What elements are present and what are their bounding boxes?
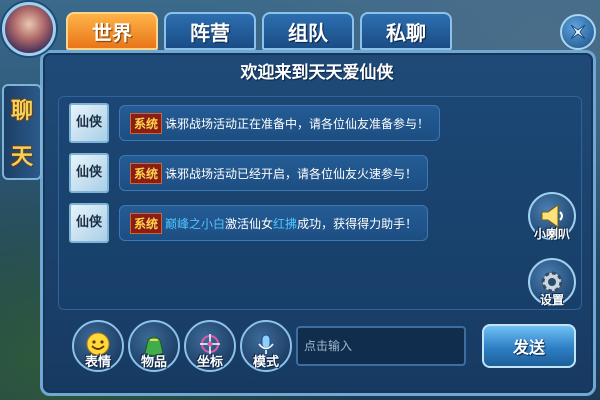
coords-button[interactable]: 坐标 [184, 320, 236, 372]
emoji-label: 表情 [84, 355, 112, 370]
sender-avatar: 仙侠 [69, 153, 109, 193]
chat-channel-tabs: 世界 阵营 组队 私聊 [66, 12, 452, 50]
chat-input[interactable] [296, 326, 466, 366]
tab-faction[interactable]: 阵营 [164, 12, 256, 50]
system-tag: 系统 [130, 212, 163, 234]
message-list[interactable]: 仙侠 系统 诛邪战场活动正在准备中，请各位仙友准备参与！ 仙侠 系统 诛邪战场活… [58, 96, 582, 310]
close-icon [570, 24, 586, 40]
chat-side-label: 聊 天 [2, 84, 42, 180]
list-item: 仙侠 系统 诛邪战场活动正在准备中，请各位仙友准备参与！ [69, 103, 441, 143]
message-bubble: 系统 诛邪战场活动已经开启，请各位仙友火速参与！ [119, 155, 429, 191]
tab-private[interactable]: 私聊 [360, 12, 452, 50]
settings-button[interactable]: 设置 [528, 258, 576, 307]
speaker-label: 小喇叭 [533, 227, 571, 241]
close-button[interactable] [560, 14, 596, 50]
items-button[interactable]: 物品 [128, 320, 180, 372]
coords-label: 坐标 [196, 355, 224, 370]
items-label: 物品 [140, 355, 168, 370]
item-name-link[interactable]: 红拂 [273, 215, 297, 232]
message-text-end: 成功，获得得力助手！ [297, 216, 418, 231]
tab-world[interactable]: 世界 [66, 12, 158, 50]
chat-title: 欢迎来到天天爱仙侠 [240, 63, 394, 83]
system-tag: 系统 [130, 162, 163, 184]
send-button[interactable]: 发送 [482, 324, 576, 368]
side-char-2: 天 [10, 145, 33, 170]
chat-toolbar: 表情 物品 坐标 模式 发送 [58, 316, 582, 376]
message-bubble: 系统 诛邪战场活动正在准备中，请各位仙友准备参与！ [119, 105, 441, 141]
player-name-link[interactable]: 巅峰之小白 [165, 215, 225, 232]
mode-button[interactable]: 模式 [240, 320, 292, 372]
speaker-button[interactable]: 小喇叭 [528, 192, 576, 241]
message-bubble: 系统 巅峰之小白 激活仙女 红拂 成功，获得得力助手！ [119, 205, 429, 241]
message-text: 激活仙女 [225, 216, 274, 231]
list-item: 仙侠 系统 诛邪战场活动已经开启，请各位仙友火速参与！ [69, 153, 429, 193]
sender-avatar: 仙侠 [69, 103, 109, 143]
tab-team[interactable]: 组队 [262, 12, 354, 50]
message-text: 诛邪战场活动正在准备中，请各位仙友准备参与！ [165, 116, 430, 131]
settings-label: 设置 [539, 293, 565, 307]
side-char-1: 聊 [10, 99, 33, 124]
player-avatar[interactable] [2, 2, 56, 56]
mode-label: 模式 [252, 355, 280, 370]
system-tag: 系统 [130, 112, 163, 134]
list-item: 仙侠 系统 巅峰之小白 激活仙女 红拂 成功，获得得力助手！ [69, 203, 429, 243]
emoji-button[interactable]: 表情 [72, 320, 124, 372]
sender-avatar: 仙侠 [69, 203, 109, 243]
message-text: 诛邪战场活动已经开启，请各位仙友火速参与！ [165, 166, 418, 181]
